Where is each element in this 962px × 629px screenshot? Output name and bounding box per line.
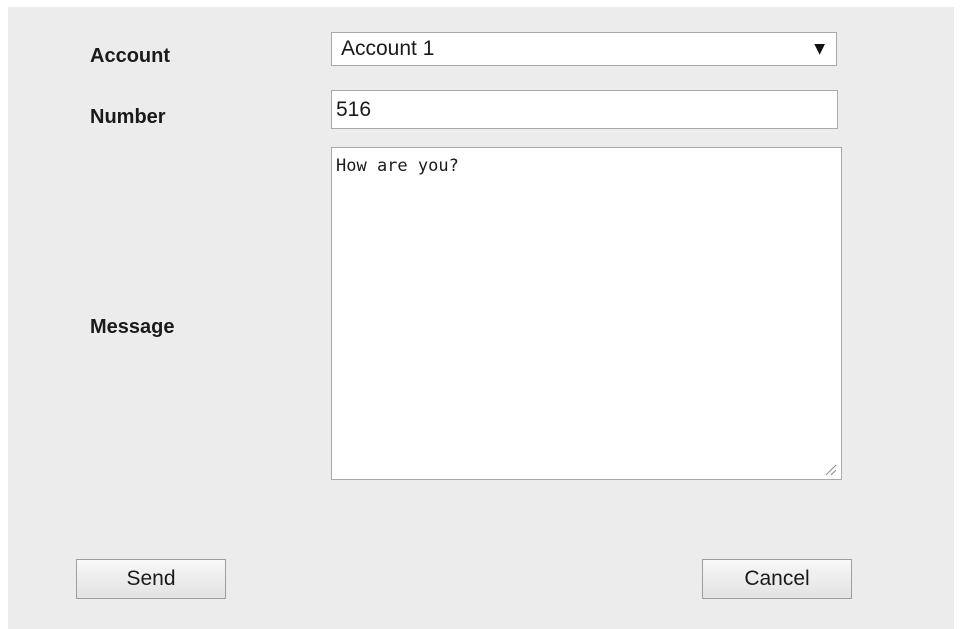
number-input[interactable]: [331, 90, 838, 129]
account-select[interactable]: Account 1 ▼: [331, 32, 837, 66]
message-textarea[interactable]: How are you?: [331, 147, 842, 480]
number-label: Number: [90, 106, 166, 128]
cancel-button[interactable]: Cancel: [702, 559, 852, 599]
account-label: Account: [90, 45, 170, 67]
message-label: Message: [90, 316, 175, 338]
dropdown-arrow-icon[interactable]: ▼: [814, 41, 825, 57]
send-button[interactable]: Send: [76, 559, 226, 599]
account-select-value: Account 1: [341, 37, 435, 60]
resize-grip-icon[interactable]: [823, 462, 837, 476]
